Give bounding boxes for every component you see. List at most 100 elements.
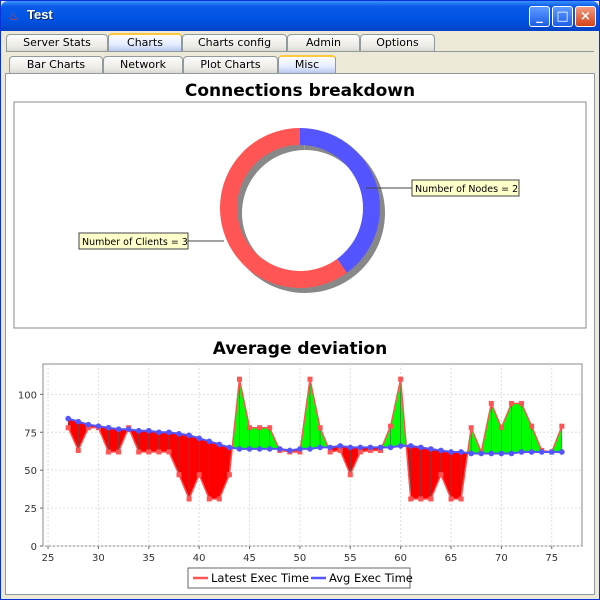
deviation-area-above	[511, 403, 522, 454]
latest-exec-point	[438, 472, 444, 478]
y-tick-label: 0	[31, 542, 37, 553]
latest-exec-point	[498, 425, 504, 431]
avg-exec-point	[216, 441, 223, 448]
latest-exec-point	[357, 449, 363, 455]
avg-exec-point	[528, 449, 535, 455]
avg-exec-point	[327, 444, 333, 451]
latest-exec-point	[136, 449, 142, 455]
latest-exec-point	[418, 496, 424, 502]
avg-exec-point	[145, 427, 152, 434]
avg-exec-point	[75, 418, 82, 425]
minimize-button[interactable]: _	[529, 6, 550, 27]
latest-exec-point	[398, 376, 404, 382]
avg-exec-point	[508, 450, 515, 457]
clients-label-text: Number of Clients = 3	[82, 237, 188, 248]
latest-exec-point	[75, 447, 81, 453]
latest-exec-point	[236, 376, 242, 382]
latest-exec-point	[488, 400, 494, 406]
deviation-area-below	[138, 430, 149, 452]
title-bar[interactable]: ♨ Test _ □ ×	[1, 1, 599, 31]
close-button[interactable]: ×	[575, 6, 596, 27]
latest-exec-point	[186, 496, 192, 502]
latest-exec-point	[257, 425, 263, 431]
x-tick-label: 35	[142, 553, 155, 564]
avg-exec-point	[407, 443, 414, 449]
avg-exec-point	[95, 423, 102, 429]
avg-exec-point	[166, 429, 172, 436]
deviation-area-above	[249, 427, 260, 449]
avg-exec-point	[236, 446, 243, 452]
avg-exec-point	[186, 432, 192, 439]
maximize-button[interactable]: □	[552, 6, 573, 27]
pie-title: Connections breakdown	[185, 81, 415, 101]
avg-exec-point	[246, 446, 253, 452]
deviation-area-below	[420, 447, 431, 499]
avg-exec-point	[347, 444, 354, 451]
avg-exec-point	[377, 444, 384, 451]
x-tick-label: 75	[545, 553, 558, 564]
x-tick-label: 25	[42, 553, 55, 564]
x-tick-label: 60	[394, 553, 407, 564]
latest-exec-point	[327, 449, 333, 455]
minimize-icon: _	[536, 9, 543, 24]
avg-exec-point	[276, 446, 283, 452]
avg-exec-point	[478, 450, 485, 457]
tab-misc[interactable]: Misc	[278, 55, 336, 73]
avg-exec-point	[548, 449, 555, 455]
latest-exec-point	[388, 423, 394, 429]
maximize-icon: □	[556, 9, 569, 24]
x-tick-label: 40	[193, 553, 206, 564]
java-icon: ♨	[8, 9, 20, 23]
latest-exec-point	[226, 472, 232, 478]
latest-exec-point	[216, 496, 222, 502]
legend-avg-label: Avg Exec Time	[329, 571, 413, 585]
avg-exec-point	[387, 444, 394, 451]
avg-exec-point	[428, 446, 434, 452]
latest-exec-point	[156, 449, 162, 455]
avg-exec-point	[135, 427, 142, 434]
x-tick-label: 30	[92, 553, 105, 564]
avg-exec-point	[226, 444, 233, 451]
legend-latest-label: Latest Exec Time	[211, 571, 309, 585]
tab-server-stats[interactable]: Server Stats	[6, 34, 108, 51]
avg-exec-point	[156, 429, 162, 436]
avg-exec-point	[105, 424, 112, 431]
y-tick-label: 100	[18, 390, 37, 401]
latest-exec-point	[146, 449, 152, 455]
latest-exec-point	[529, 423, 535, 429]
latest-exec-point	[337, 447, 343, 453]
tab-admin[interactable]: Admin	[287, 34, 360, 51]
avg-exec-point	[317, 444, 323, 451]
tab-network[interactable]: Network	[103, 56, 183, 73]
x-tick-label: 65	[445, 553, 458, 564]
tab-bar-charts[interactable]: Bar Charts	[9, 56, 103, 73]
avg-exec-point	[307, 446, 313, 452]
latest-exec-point	[166, 449, 172, 455]
y-tick-label: 25	[24, 504, 37, 515]
y-tick-label: 75	[24, 428, 37, 439]
tab-charts[interactable]: Charts	[108, 33, 182, 51]
latest-exec-point	[448, 496, 454, 502]
latest-exec-point	[105, 449, 111, 455]
tab-plot-charts[interactable]: Plot Charts	[183, 56, 278, 73]
latest-exec-point	[317, 425, 323, 431]
y-tick-label: 50	[24, 466, 37, 477]
tab-charts-config[interactable]: Charts config	[182, 34, 287, 51]
x-tick-label: 55	[344, 553, 357, 564]
avg-exec-point	[498, 450, 505, 457]
latest-exec-point	[176, 472, 182, 478]
deviation-area-below	[410, 445, 421, 499]
window-title: Test	[27, 7, 53, 22]
deviation-area-below	[209, 441, 220, 499]
tab-options[interactable]: Options	[360, 34, 435, 51]
avg-exec-point	[518, 449, 525, 455]
latest-exec-point	[559, 423, 565, 429]
avg-exec-point	[115, 426, 122, 433]
avg-exec-point	[297, 446, 303, 452]
latest-exec-point	[206, 496, 212, 502]
latest-exec-point	[65, 425, 71, 431]
avg-exec-point	[65, 415, 71, 422]
latest-exec-point	[307, 376, 313, 382]
avg-exec-point	[337, 443, 344, 449]
charts-svg: Connections breakdown Number of Clients …	[13, 81, 587, 589]
